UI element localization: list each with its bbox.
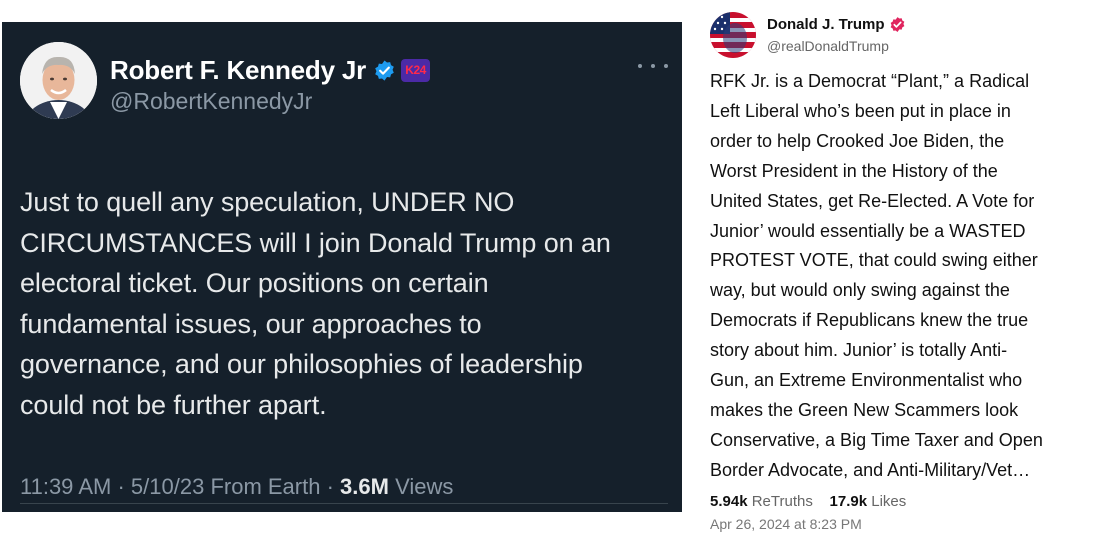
author-row: Robert F. Kennedy Jr K24	[110, 53, 431, 87]
avatar-portrait-image	[20, 42, 97, 119]
author-row: Donald J. Trump	[767, 14, 906, 34]
author-name[interactable]: Donald J. Trump	[767, 16, 885, 33]
avatar[interactable]	[20, 42, 97, 119]
x-post-card[interactable]: Robert F. Kennedy Jr K24 @RobertKennedyJ…	[2, 22, 682, 512]
avatar[interactable]	[710, 12, 756, 58]
retruths-label[interactable]: ReTruths	[752, 493, 813, 510]
post-date[interactable]: Apr 26, 2024 at 8:23 PM	[710, 516, 862, 532]
truth-post-card[interactable]: Donald J. Trump @realDonaldTrump RFK Jr.…	[700, 0, 1103, 545]
author-name[interactable]: Robert F. Kennedy Jr	[110, 55, 366, 86]
affiliate-badge[interactable]: K24	[401, 58, 431, 82]
likes-count[interactable]: 17.9k	[830, 493, 868, 510]
post-text: Just to quell any speculation, UNDER NO …	[20, 187, 611, 420]
post-source: From Earth	[210, 474, 321, 499]
divider	[20, 503, 668, 504]
verified-badge-icon	[889, 16, 906, 33]
likes-label[interactable]: Likes	[871, 493, 906, 510]
views-count: 3.6M	[340, 474, 389, 499]
more-dot	[664, 64, 668, 68]
meta-separator: ·	[326, 474, 334, 499]
author-handle[interactable]: @RobertKennedyJr	[110, 88, 312, 115]
meta-separator: ·	[117, 474, 125, 499]
avatar-portrait-image	[710, 12, 756, 58]
more-dot	[638, 64, 642, 68]
views-label: Views	[395, 474, 454, 499]
post-stats: 5.94k ReTruths 17.9k Likes	[710, 493, 906, 510]
post-metadata: 11:39 AM · 5/10/23 From Earth · 3.6M Vie…	[20, 474, 453, 500]
page: Robert F. Kennedy Jr K24 @RobertKennedyJ…	[0, 0, 1103, 545]
author-handle[interactable]: @realDonaldTrump	[767, 38, 889, 54]
post-time[interactable]: 11:39 AM	[20, 474, 111, 499]
retruths-count[interactable]: 5.94k	[710, 493, 748, 510]
verified-check-icon	[373, 59, 396, 82]
more-dot	[651, 64, 655, 68]
post-text: RFK Jr. is a Democrat “Plant,” a Radical…	[710, 71, 1043, 480]
post-date[interactable]: 5/10/23	[131, 474, 204, 499]
more-options-icon[interactable]	[638, 56, 668, 76]
